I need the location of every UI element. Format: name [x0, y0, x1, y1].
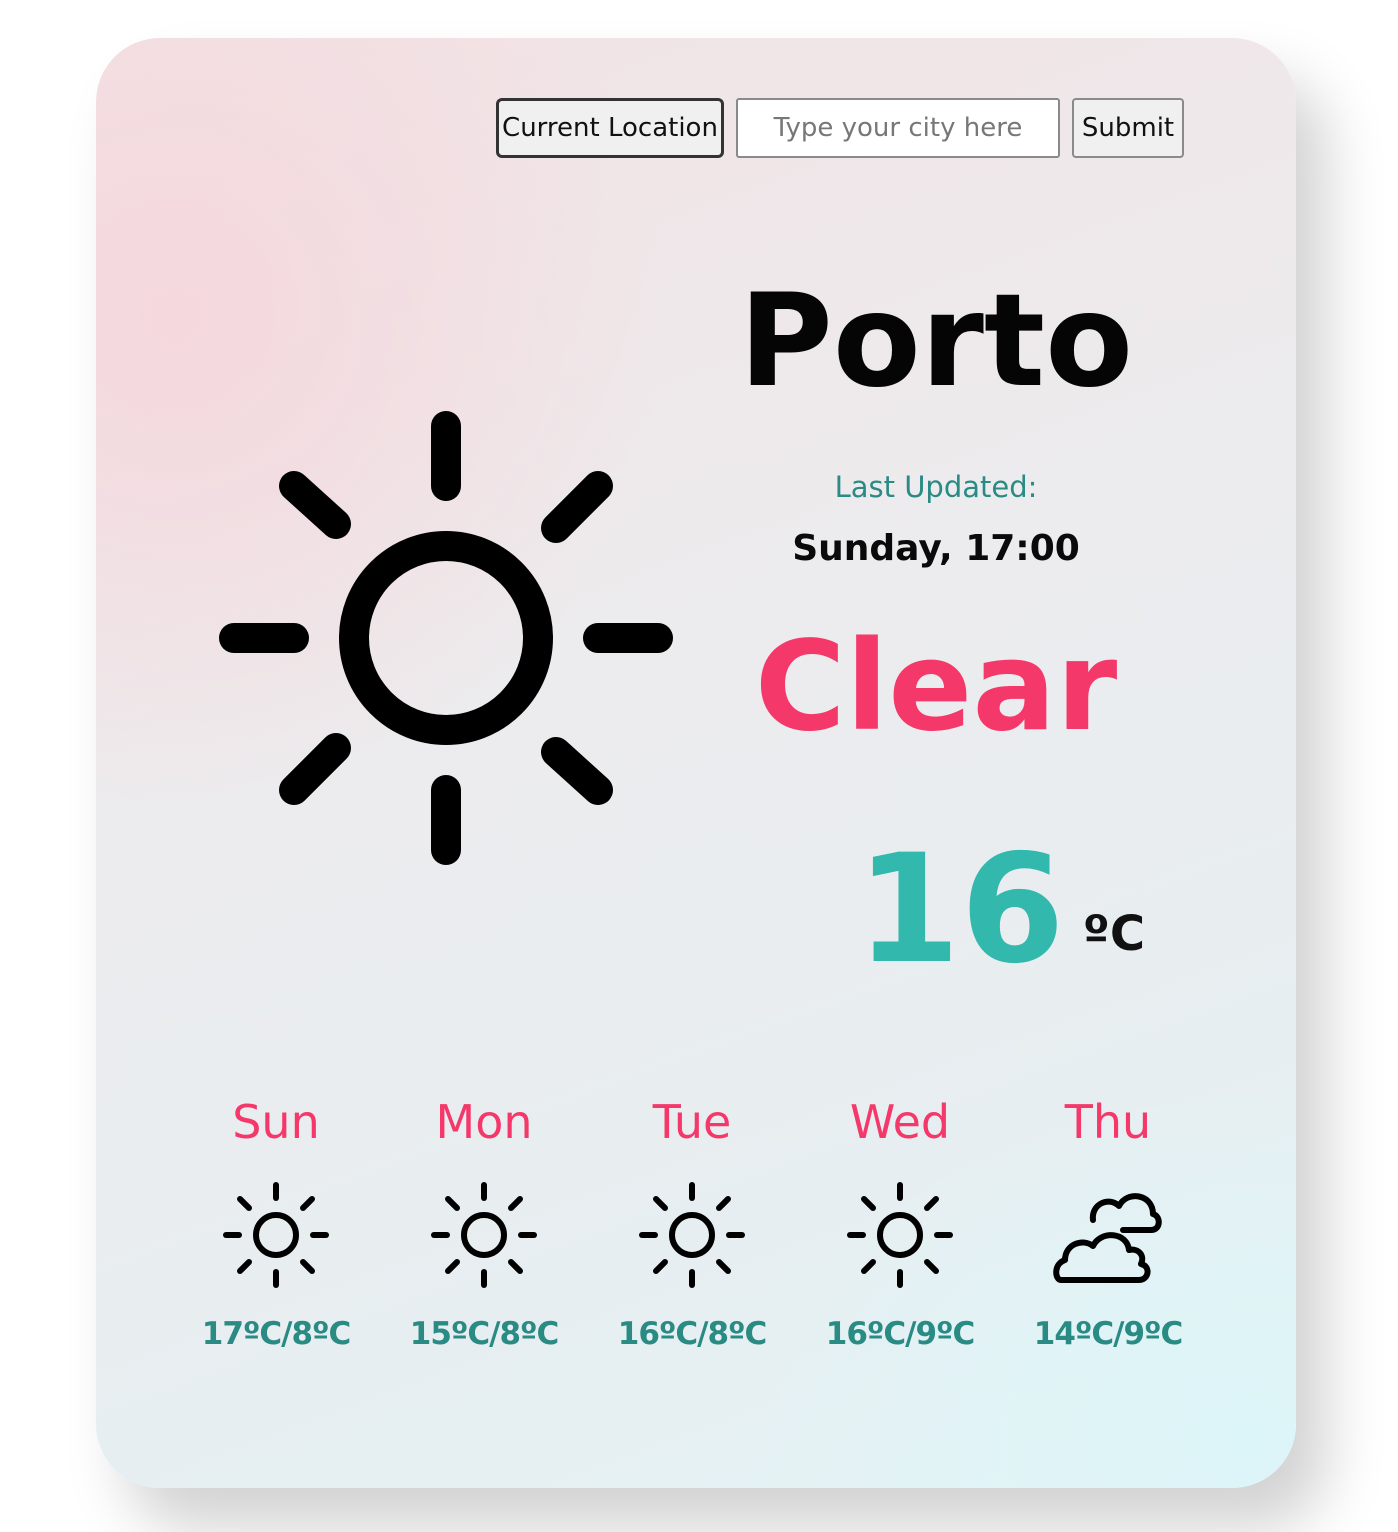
forecast-temp-range: 15ºC/8ºC	[409, 1316, 559, 1352]
current-temperature: 16 ºC	[856, 830, 1145, 990]
temperature-unit: ºC	[1082, 906, 1146, 962]
forecast-day: Sun 17ºC/8ºC	[172, 1092, 380, 1352]
forecast-temp-range: 16ºC/8ºC	[617, 1316, 767, 1352]
current-location-button[interactable]: Current Location	[496, 98, 724, 158]
forecast-day-name: Mon	[435, 1095, 533, 1149]
forecast-day: Mon 15ºC/8ºC	[380, 1092, 588, 1352]
forecast-temp-range: 14ºC/9ºC	[1033, 1316, 1183, 1352]
forecast-day-name: Sun	[232, 1095, 320, 1149]
forecast-day: Tue 16ºC/8ºC	[588, 1092, 796, 1352]
submit-button[interactable]: Submit	[1072, 98, 1184, 158]
sun-icon	[210, 402, 682, 874]
clouds-icon	[1053, 1180, 1163, 1290]
forecast-temp-range: 16ºC/9ºC	[825, 1316, 975, 1352]
forecast-day: Thu 14ºC/9ºC	[1004, 1092, 1212, 1352]
sun-icon	[429, 1180, 539, 1290]
forecast-day: Wed 16ºC/9ºC	[796, 1092, 1004, 1352]
forecast-row: Sun 17ºC/8ºC Mon 15ºC/8ºC Tue 16ºC/8ºC W…	[172, 1092, 1212, 1352]
search-bar: Current Location Submit	[496, 98, 1184, 158]
forecast-day-name: Tue	[652, 1095, 732, 1149]
forecast-day-name: Thu	[1064, 1095, 1152, 1149]
sun-icon	[221, 1180, 331, 1290]
sun-icon	[845, 1180, 955, 1290]
last-updated-label: Last Updated:	[834, 470, 1038, 504]
temperature-value: 16	[856, 823, 1065, 997]
city-name: Porto	[739, 267, 1133, 416]
forecast-day-name: Wed	[849, 1095, 951, 1149]
last-updated-time: Sunday, 17:00	[792, 528, 1080, 569]
weather-condition: Clear	[754, 615, 1118, 759]
city-search-input[interactable]	[736, 98, 1060, 158]
sun-icon	[637, 1180, 747, 1290]
forecast-temp-range: 17ºC/8ºC	[201, 1316, 351, 1352]
